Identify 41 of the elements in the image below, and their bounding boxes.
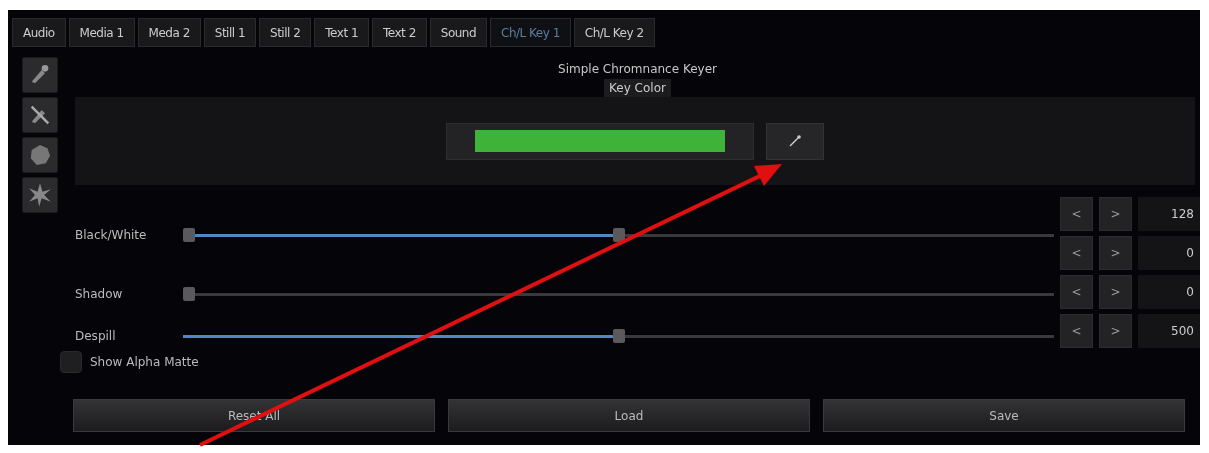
tab[interactable]: Ch/L Key 2	[573, 18, 655, 47]
increment-button[interactable]: >	[1099, 197, 1132, 231]
tab[interactable]: Media 1	[68, 18, 135, 47]
slider-label: Shadow	[75, 287, 124, 301]
tool-button[interactable]	[22, 137, 58, 173]
eyedropper-icon	[788, 134, 802, 148]
tab[interactable]: Sound	[429, 18, 488, 47]
tool-button[interactable]	[22, 177, 58, 213]
tool-button[interactable]	[22, 97, 58, 133]
increment-button[interactable]: >	[1099, 314, 1132, 348]
key-color-button[interactable]	[446, 122, 754, 160]
tab[interactable]: Still 1	[203, 18, 257, 47]
action-button[interactable]: Save	[823, 399, 1185, 432]
slider-thumb[interactable]	[183, 287, 195, 301]
decrement-button[interactable]: <	[1060, 314, 1093, 348]
increment-button[interactable]: >	[1099, 275, 1132, 309]
slider-label: Black/White	[75, 228, 148, 242]
key-color-label: Key Color	[604, 79, 671, 97]
slider-thumb[interactable]	[183, 228, 195, 242]
value-field[interactable]: 128	[1138, 197, 1200, 231]
slider-label: Despill	[75, 329, 117, 343]
checkbox[interactable]	[60, 351, 82, 373]
tab[interactable]: Ch/L Key 1	[490, 18, 571, 47]
decrement-button[interactable]: <	[1060, 275, 1093, 309]
increment-button[interactable]: >	[1099, 236, 1132, 270]
decrement-button[interactable]: <	[1060, 236, 1093, 270]
checkbox-label: Show Alpha Matte	[90, 355, 199, 369]
tab[interactable]: Text 2	[372, 18, 427, 47]
value-field[interactable]: 0	[1138, 236, 1200, 270]
slider-thumb[interactable]	[612, 329, 625, 343]
tab[interactable]: Meda 2	[137, 18, 201, 47]
tool-button[interactable]	[22, 57, 58, 93]
action-button[interactable]: Load	[448, 399, 810, 432]
value-field[interactable]: 500	[1138, 314, 1200, 348]
tab[interactable]: Still 2	[259, 18, 312, 47]
tab[interactable]: Audio	[12, 18, 66, 47]
value-field[interactable]: 0	[1138, 275, 1200, 309]
panel-title: Simple Chromnance Keyer	[558, 62, 717, 76]
slider-thumb[interactable]	[612, 228, 625, 242]
tab[interactable]: Text 1	[314, 18, 370, 47]
decrement-button[interactable]: <	[1060, 197, 1093, 231]
